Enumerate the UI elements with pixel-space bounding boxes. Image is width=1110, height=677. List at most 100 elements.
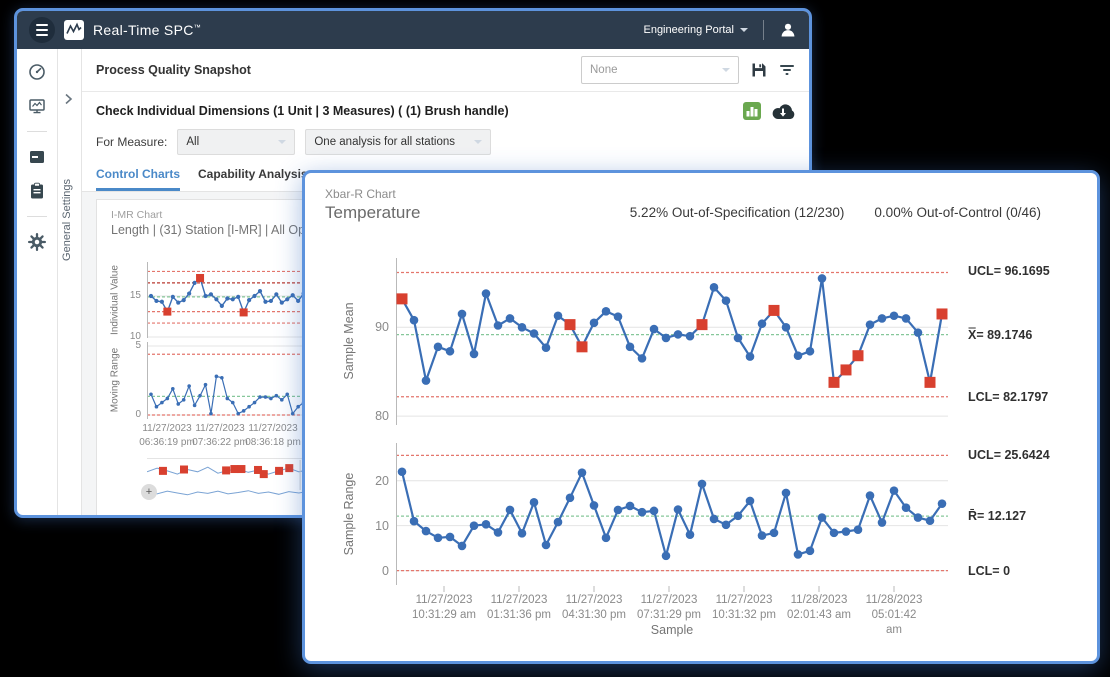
data-point[interactable] xyxy=(902,314,911,323)
data-point[interactable] xyxy=(149,392,153,396)
data-point[interactable] xyxy=(794,351,803,360)
data-point[interactable] xyxy=(530,498,539,507)
data-point[interactable] xyxy=(149,294,153,298)
out-of-spec-point[interactable] xyxy=(769,305,780,316)
data-point[interactable] xyxy=(160,300,164,304)
user-account-icon[interactable] xyxy=(779,21,797,39)
data-point[interactable] xyxy=(209,412,213,416)
data-point[interactable] xyxy=(590,501,599,510)
data-point[interactable] xyxy=(722,296,731,305)
dashboard-gauge-icon[interactable] xyxy=(28,63,46,81)
out-of-spec-point[interactable] xyxy=(937,308,948,319)
data-point[interactable] xyxy=(650,507,659,516)
out-of-spec-point[interactable] xyxy=(397,293,408,304)
out-of-spec-point[interactable] xyxy=(853,350,864,361)
settings-gear-icon[interactable] xyxy=(28,233,46,251)
data-point[interactable] xyxy=(434,343,443,352)
data-point[interactable] xyxy=(734,511,743,520)
data-point[interactable] xyxy=(866,320,875,329)
data-point[interactable] xyxy=(470,350,479,359)
data-point[interactable] xyxy=(155,405,159,409)
chart-view-button[interactable] xyxy=(743,102,761,120)
data-point[interactable] xyxy=(187,384,191,388)
cloud-export-button[interactable] xyxy=(771,103,795,120)
data-point[interactable] xyxy=(410,517,419,526)
data-point[interactable] xyxy=(215,375,219,379)
data-point[interactable] xyxy=(280,300,284,304)
data-point[interactable] xyxy=(166,397,170,401)
data-point[interactable] xyxy=(274,292,278,296)
data-point[interactable] xyxy=(226,397,230,401)
data-point[interactable] xyxy=(231,401,235,405)
zoom-in-button[interactable]: + xyxy=(141,484,157,500)
data-point[interactable] xyxy=(566,494,575,503)
data-point[interactable] xyxy=(866,491,875,500)
data-point[interactable] xyxy=(446,533,455,542)
analysis-mode-select[interactable]: One analysis for all stations xyxy=(305,129,491,155)
data-point[interactable] xyxy=(269,397,273,401)
data-point[interactable] xyxy=(674,330,683,339)
data-point[interactable] xyxy=(296,299,300,303)
data-point[interactable] xyxy=(291,412,295,416)
navigator-out-of-spec-marker[interactable] xyxy=(222,466,230,474)
data-point[interactable] xyxy=(258,289,262,293)
data-point[interactable] xyxy=(171,387,175,391)
data-point[interactable] xyxy=(806,347,815,356)
data-point[interactable] xyxy=(494,321,503,330)
data-point[interactable] xyxy=(203,294,207,298)
navigator-out-of-spec-marker[interactable] xyxy=(285,464,293,472)
tab-capability-analysis[interactable]: Capability Analysis xyxy=(198,167,308,191)
portal-dropdown[interactable]: Engineering Portal xyxy=(643,24,748,36)
data-point[interactable] xyxy=(269,299,273,303)
data-point[interactable] xyxy=(614,312,623,321)
data-point[interactable] xyxy=(614,506,623,515)
data-point[interactable] xyxy=(686,332,695,341)
out-of-spec-point[interactable] xyxy=(565,319,576,330)
data-point[interactable] xyxy=(176,402,180,406)
navigator-out-of-spec-marker[interactable] xyxy=(275,467,283,475)
data-point[interactable] xyxy=(854,525,863,534)
filter-button[interactable] xyxy=(779,63,795,77)
data-point[interactable] xyxy=(410,316,419,325)
data-point[interactable] xyxy=(280,398,284,402)
data-point[interactable] xyxy=(818,274,827,283)
out-of-spec-point[interactable] xyxy=(841,364,852,375)
data-point[interactable] xyxy=(770,529,779,538)
data-point[interactable] xyxy=(253,401,257,405)
navigator-out-of-spec-marker[interactable] xyxy=(237,465,245,473)
data-point[interactable] xyxy=(247,405,251,409)
data-point[interactable] xyxy=(264,395,268,399)
tab-control-charts[interactable]: Control Charts xyxy=(96,167,180,191)
data-point[interactable] xyxy=(746,352,755,361)
data-point[interactable] xyxy=(650,325,659,334)
data-point[interactable] xyxy=(214,297,218,301)
out-of-spec-point[interactable] xyxy=(577,341,588,352)
data-point[interactable] xyxy=(542,541,551,550)
data-point[interactable] xyxy=(285,297,289,301)
data-point[interactable] xyxy=(446,347,455,356)
data-point[interactable] xyxy=(902,503,911,512)
data-point[interactable] xyxy=(482,289,491,298)
data-point[interactable] xyxy=(470,521,479,530)
navigator-out-of-spec-marker[interactable] xyxy=(180,466,188,474)
data-point[interactable] xyxy=(686,530,695,539)
data-point[interactable] xyxy=(252,294,256,298)
data-point[interactable] xyxy=(434,534,443,543)
clipboard-icon[interactable] xyxy=(28,182,46,200)
save-button[interactable] xyxy=(751,62,767,78)
data-point[interactable] xyxy=(938,499,947,508)
data-point[interactable] xyxy=(198,394,202,398)
data-point[interactable] xyxy=(842,527,851,536)
data-point[interactable] xyxy=(220,304,224,308)
data-point[interactable] xyxy=(542,343,551,352)
data-point[interactable] xyxy=(554,518,563,527)
data-point[interactable] xyxy=(674,505,683,514)
data-point[interactable] xyxy=(285,392,289,396)
data-point[interactable] xyxy=(878,518,887,527)
out-of-spec-point[interactable] xyxy=(697,319,708,330)
data-point[interactable] xyxy=(518,323,527,332)
data-point[interactable] xyxy=(275,394,279,398)
data-point[interactable] xyxy=(890,486,899,495)
data-point[interactable] xyxy=(204,383,208,387)
data-point[interactable] xyxy=(878,314,887,323)
